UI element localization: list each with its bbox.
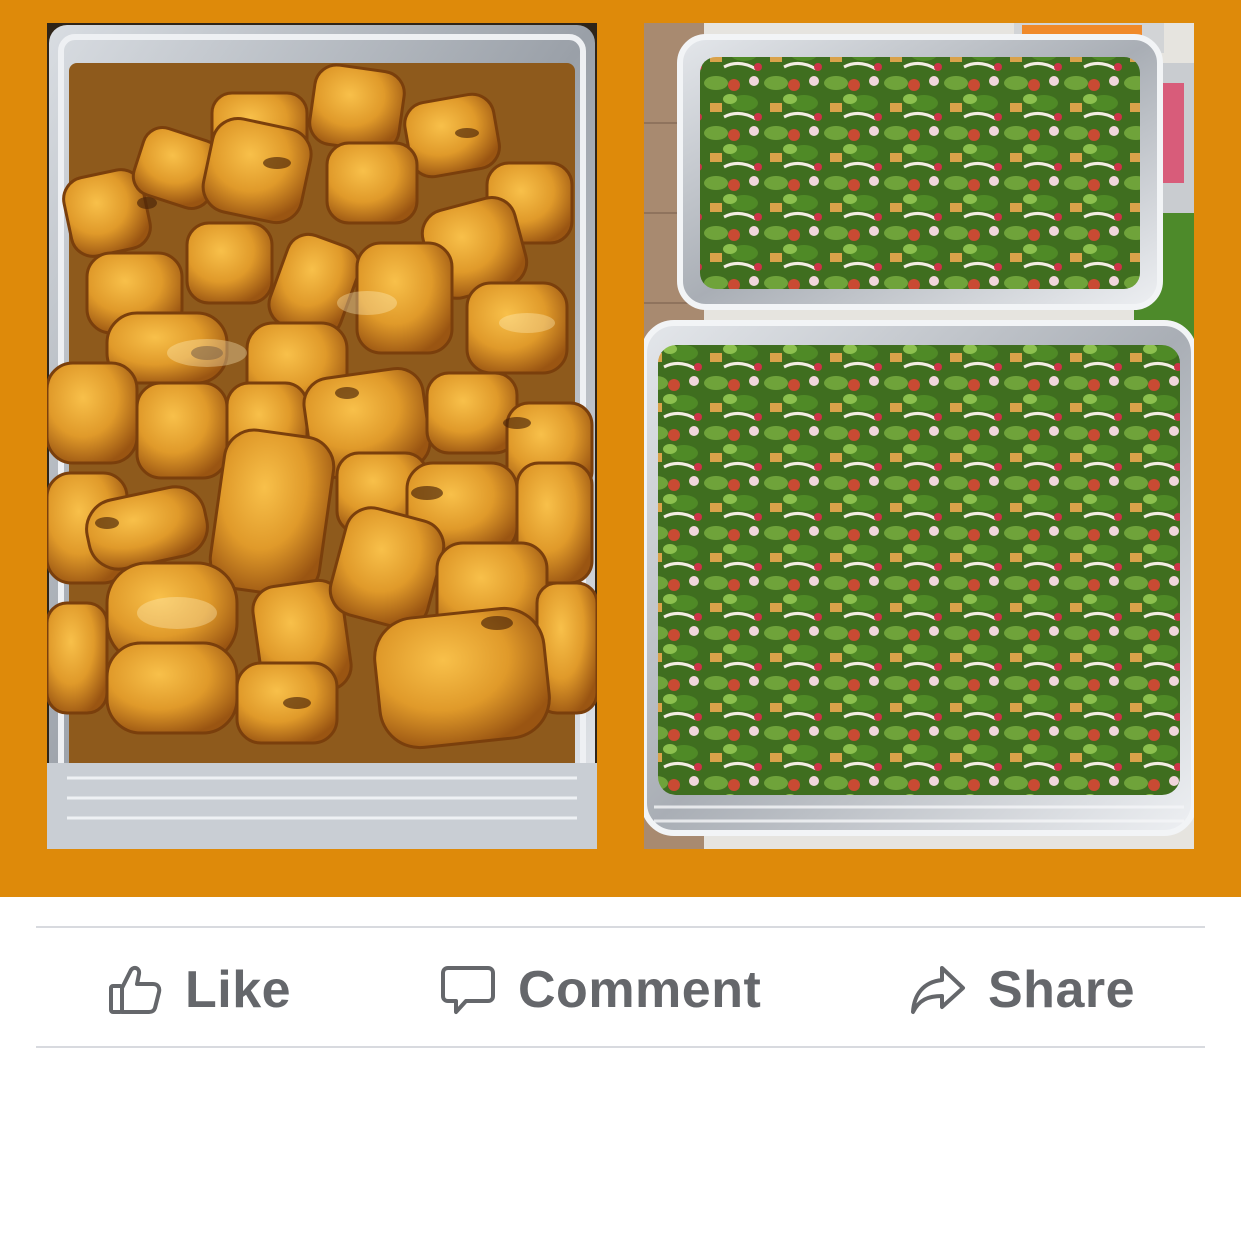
action-bar-top-divider (36, 926, 1205, 928)
share-label: Share (988, 961, 1136, 1019)
post-photo-collage[interactable] (0, 0, 1241, 897)
thumbs-up-icon (107, 962, 163, 1018)
share-button[interactable]: Share (910, 950, 1135, 1030)
like-button[interactable]: Like (107, 950, 291, 1030)
share-arrow-icon (910, 962, 966, 1018)
photo-chicken-kebab[interactable] (47, 23, 597, 849)
photo-fattoush-salad[interactable] (644, 23, 1194, 849)
like-label: Like (185, 961, 292, 1019)
chicken-kebab-illustration (47, 23, 597, 849)
comment-label: Comment (518, 961, 762, 1019)
comment-button[interactable]: Comment (440, 950, 761, 1030)
fattoush-salad-illustration (644, 23, 1194, 849)
action-bar-bottom-divider (36, 1046, 1205, 1048)
speech-bubble-icon (440, 962, 496, 1018)
